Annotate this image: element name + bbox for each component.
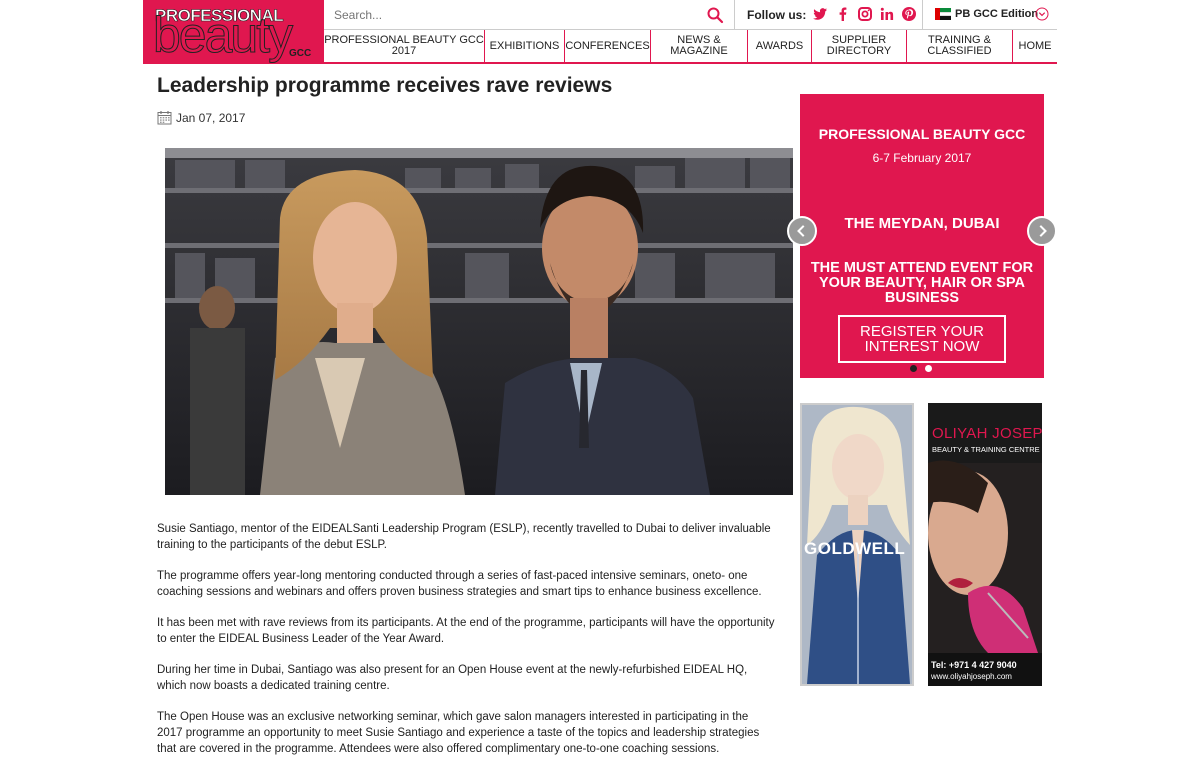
date-text: Jan 07, 2017 — [176, 111, 246, 125]
search-bar — [324, 0, 734, 30]
carousel-next-arrow-icon[interactable] — [1027, 216, 1057, 246]
banner-venue: THE MEYDAN, DUBAI — [844, 215, 1000, 232]
nav-item-supplier-directory[interactable]: SUPPLIER DIRECTORY — [812, 30, 907, 62]
edition-selector[interactable]: PB GCC Edition — [922, 0, 1057, 30]
article-paragraph: The Open House was an exclusive networki… — [157, 711, 760, 755]
article-title: Leadership programme receives rave revie… — [157, 74, 613, 97]
goldwell-brand: GOLDWELL — [804, 539, 906, 558]
nav-item-pb-gcc-2017[interactable]: PROFESSIONAL BEAUTY GCC 2017 — [324, 30, 485, 62]
search-icon[interactable] — [706, 6, 724, 24]
article-paragraph: Susie Santiago, mentor of the EIDEALSant… — [157, 523, 771, 551]
banner-tagline: THE MUST ATTEND EVENT FOR YOUR BEAUTY, H… — [810, 260, 1034, 306]
follow-us-label: Follow us: — [747, 8, 807, 22]
nav-item-training-classified[interactable]: TRAINING & CLASSIFIED — [907, 30, 1013, 62]
oliyah-joseph-subtitle: BEAUTY & TRAINING CENTRE — [932, 445, 1040, 454]
instagram-icon[interactable] — [857, 6, 873, 22]
pinterest-icon[interactable] — [901, 6, 917, 22]
goldwell-ad[interactable]: GOLDWELL — [800, 403, 914, 686]
chevron-down-icon[interactable] — [1035, 7, 1049, 21]
oliyah-joseph-name: OLIYAH JOSEPH — [932, 425, 1042, 442]
nav-item-conferences[interactable]: CONFERENCES — [565, 30, 651, 62]
oliyah-joseph-website: www.oliyahjoseph.com — [931, 672, 1012, 681]
facebook-icon[interactable] — [835, 6, 851, 22]
article-paragraph: It has been met with rave reviews from i… — [157, 617, 775, 645]
linkedin-icon[interactable] — [879, 6, 895, 22]
logo-line-3: GCC — [289, 48, 312, 59]
professional-beauty-logo[interactable]: PROFESSIONAL beauty GCC — [143, 0, 324, 64]
event-banner: PROFESSIONAL BEAUTY GCC 6-7 February 201… — [800, 94, 1044, 378]
oliyah-joseph-phone: Tel: +971 4 427 9040 — [931, 660, 1017, 670]
twitter-icon[interactable] — [812, 6, 828, 22]
logo-line-2: beauty — [152, 7, 293, 63]
register-interest-button[interactable]: REGISTER YOUR INTEREST NOW — [838, 315, 1006, 363]
oliyah-joseph-ad[interactable]: OLIYAH JOSEPH BEAUTY & TRAINING CENTRE T… — [928, 403, 1042, 686]
nav-item-exhibitions[interactable]: EXHIBITIONS — [485, 30, 565, 62]
carousel-dot-1[interactable] — [910, 365, 917, 372]
site-header: PROFESSIONAL beauty GCC Follow us: — [143, 0, 1057, 64]
follow-us-bar: Follow us: — [734, 0, 922, 30]
article-paragraph: The programme offers year-long mentoring… — [157, 570, 762, 598]
article-paragraph: During her time in Dubai, Santiago was a… — [157, 664, 748, 692]
carousel-prev-arrow-icon[interactable] — [787, 216, 817, 246]
carousel-dot-2[interactable] — [925, 365, 932, 372]
nav-item-home[interactable]: HOME — [1013, 30, 1057, 62]
nav-item-awards[interactable]: AWARDS — [748, 30, 812, 62]
main-nav: PROFESSIONAL BEAUTY GCC 2017 EXHIBITIONS… — [324, 30, 1057, 64]
banner-title: PROFESSIONAL BEAUTY GCC — [818, 126, 1026, 142]
banner-dates: 6-7 February 2017 — [872, 151, 972, 165]
edition-label: PB GCC Edition — [955, 8, 1039, 20]
calendar-icon — [157, 111, 172, 125]
search-input[interactable] — [334, 5, 694, 25]
nav-item-news-magazine[interactable]: NEWS & MAGAZINE — [651, 30, 748, 62]
uae-flag-icon — [935, 8, 951, 20]
article-photo — [165, 148, 793, 495]
article-body: Susie Santiago, mentor of the EIDEALSant… — [157, 521, 777, 769]
